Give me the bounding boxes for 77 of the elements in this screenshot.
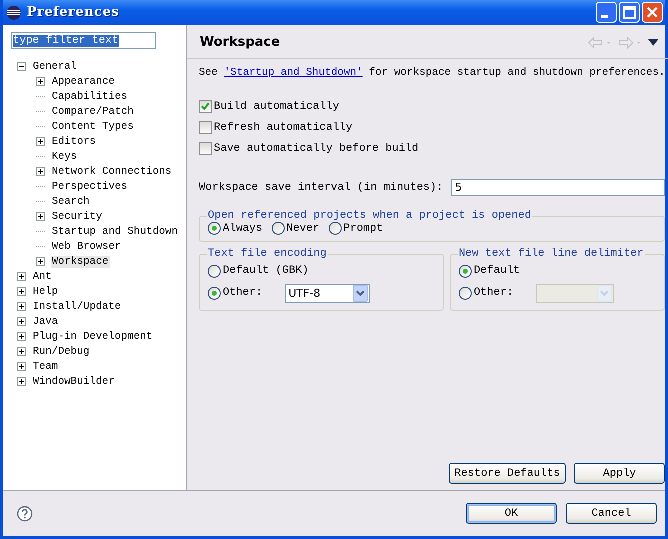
tree-item[interactable]: WindowBuilder [32, 376, 116, 388]
tree-item[interactable]: Workspace [51, 256, 110, 268]
tree-item[interactable]: Search [51, 196, 91, 208]
radio-label: Other: [474, 286, 514, 300]
group-title: Open referenced projects when a project is opened [207, 210, 532, 222]
radio-label: Prompt [344, 222, 384, 234]
dialog-button[interactable]: OK [466, 503, 557, 524]
tree-item[interactable]: Ant [32, 270, 53, 282]
radio-button[interactable] [458, 264, 472, 278]
tree-item[interactable]: Startup and Shutdown [51, 226, 180, 238]
expand-icon[interactable] [36, 212, 45, 221]
tree-item[interactable]: Run/Debug [32, 346, 91, 358]
description-text: See 'Startup and Shutdown' for workspace startup and shutdown preferences. [199, 67, 666, 79]
filter-field[interactable]: type filter text [11, 32, 156, 49]
checkbox-label: Save automatically before build [214, 142, 419, 154]
radio-button[interactable] [208, 222, 221, 235]
expand-icon[interactable] [17, 347, 26, 356]
radio-label: Default [474, 264, 520, 278]
radio-button[interactable] [208, 286, 221, 300]
expand-icon[interactable] [17, 362, 26, 371]
menu-icon[interactable] [648, 39, 660, 46]
app-icon [6, 4, 22, 20]
radio-label: Never [286, 222, 320, 234]
close-icon[interactable] [642, 2, 663, 23]
checkbox-label: Refresh automatically [214, 122, 353, 134]
expand-icon[interactable] [36, 137, 45, 146]
collapse-icon[interactable] [17, 62, 26, 71]
tree-item[interactable]: Plug-in Development [32, 330, 154, 342]
tree-item[interactable]: General [32, 60, 78, 72]
startup-shutdown-link[interactable]: 'Startup and Shutdown' [224, 67, 363, 79]
checkbox[interactable] [199, 100, 212, 113]
radio-button[interactable] [328, 222, 342, 235]
radio-label: Always [223, 222, 263, 234]
interval-label: Workspace save interval (in minutes): [199, 182, 444, 194]
tree-item[interactable]: Compare/Patch [51, 106, 135, 118]
expand-icon[interactable] [36, 167, 45, 176]
expand-icon[interactable] [17, 302, 26, 311]
tree-item[interactable]: Content Types [51, 120, 135, 132]
radio-button[interactable] [208, 264, 221, 278]
expand-icon[interactable] [17, 287, 26, 296]
checkbox[interactable] [199, 142, 212, 155]
tree-item[interactable]: Security [51, 210, 104, 222]
tree-item[interactable]: Appearance [51, 76, 116, 88]
tree-item[interactable]: Editors [51, 136, 98, 148]
page-title: Workspace [200, 35, 280, 50]
expand-icon[interactable] [17, 377, 26, 386]
expand-icon[interactable] [17, 317, 26, 326]
tree-item[interactable]: Network Connections [51, 166, 173, 178]
help-icon[interactable] [17, 506, 33, 522]
checkbox[interactable] [199, 121, 212, 134]
dialog-button[interactable]: Cancel [566, 503, 657, 524]
page-button[interactable]: Restore Defaults [448, 463, 566, 484]
group-title: New text file line delimiter [458, 248, 645, 260]
expand-icon[interactable] [17, 272, 26, 281]
radio-label: Other: [223, 286, 263, 300]
expand-icon[interactable] [36, 77, 45, 86]
radio-button[interactable] [272, 222, 285, 235]
encoding-dropdown[interactable]: UTF-8 [284, 284, 370, 302]
minimize-icon[interactable] [596, 2, 617, 23]
tree-item[interactable]: Install/Update [32, 300, 122, 312]
expand-icon[interactable] [17, 332, 26, 341]
tree-item[interactable]: Keys [51, 150, 78, 162]
window-title: Preferences [27, 5, 120, 20]
tree-item[interactable]: Perspectives [51, 180, 129, 192]
expand-icon[interactable] [36, 257, 45, 266]
group-title: Text file encoding [207, 248, 328, 260]
radio-button[interactable] [458, 286, 472, 300]
tree-item[interactable]: Java [32, 316, 60, 328]
maximize-icon[interactable] [619, 2, 640, 23]
tree-item[interactable]: Help [32, 286, 60, 298]
tree-item[interactable]: Team [32, 360, 60, 372]
tree-item[interactable]: Capabilities [51, 90, 129, 102]
page-button[interactable]: Apply [574, 463, 666, 484]
checkbox-label: Build automatically [214, 100, 340, 112]
tree-item[interactable]: Web Browser [51, 240, 122, 252]
radio-label: Default (GBK) [223, 264, 309, 278]
interval-field[interactable]: 5 [451, 179, 666, 196]
